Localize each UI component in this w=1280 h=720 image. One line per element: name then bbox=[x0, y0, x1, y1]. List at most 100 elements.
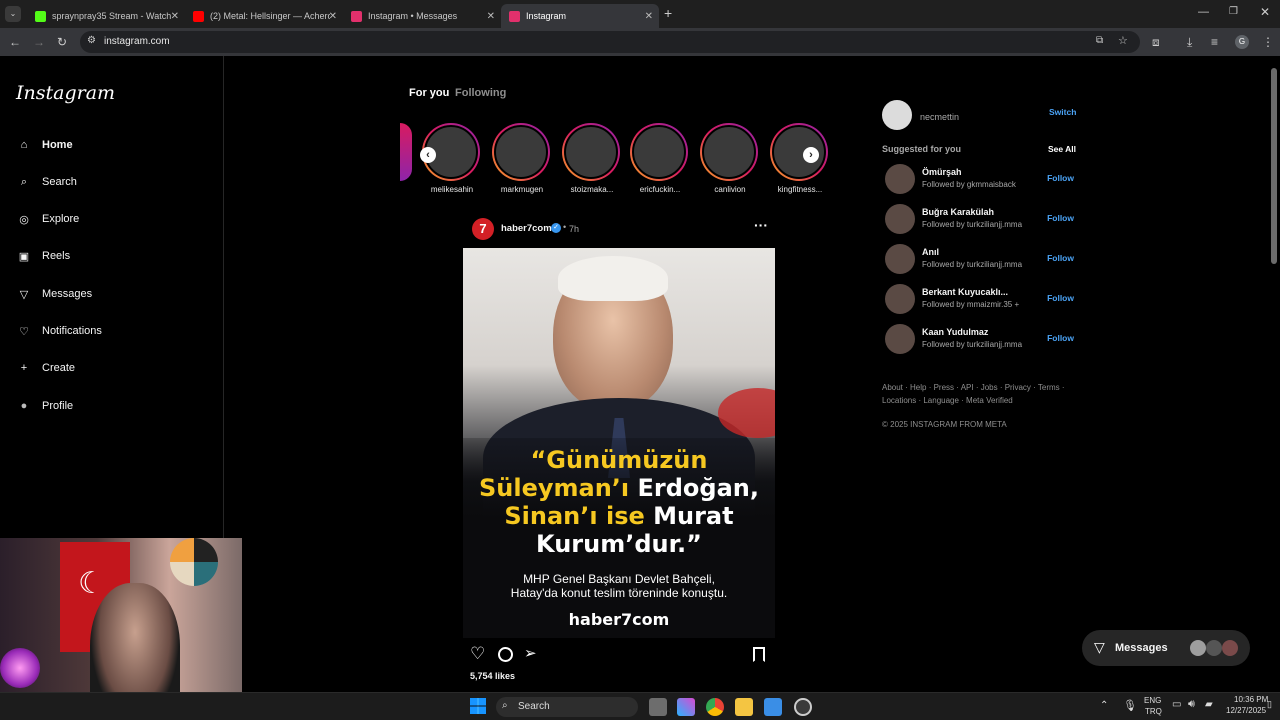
suggestion-avatar[interactable] bbox=[885, 164, 915, 194]
post-options-icon[interactable]: ··· bbox=[754, 217, 768, 233]
taskbar-search[interactable]: ⌕ Search bbox=[496, 697, 638, 717]
message-avatar bbox=[1206, 640, 1222, 656]
story-item[interactable]: kingfitness... bbox=[770, 123, 830, 194]
windows-taskbar: ⌕ Search ⌃ 🎙︎ ENG TRQ ▭ 🔊︎ ▰ 10:36 PM 12… bbox=[0, 692, 1280, 720]
back-icon[interactable]: ← bbox=[9, 35, 21, 49]
see-all-link[interactable]: See All bbox=[1048, 144, 1076, 154]
restore-button[interactable]: ❐ bbox=[1229, 6, 1238, 17]
new-tab-button[interactable]: + bbox=[664, 5, 672, 21]
suggestion-followed-by: Followed by gkmmaisback bbox=[922, 180, 1016, 189]
tab-close-icon[interactable]: ✕ bbox=[645, 11, 653, 22]
site-info-icon[interactable]: ⚙ bbox=[87, 35, 96, 46]
story-item[interactable]: ericfuckin... bbox=[630, 123, 690, 194]
post-username[interactable]: haber7com bbox=[501, 223, 552, 234]
url-bar[interactable]: ⚙ instagram.com ⧉ ☆ bbox=[80, 31, 1140, 53]
share-icon[interactable]: ➢ bbox=[524, 644, 537, 662]
story-item[interactable]: canlivion bbox=[700, 123, 760, 194]
extensions-icon[interactable]: ⧈ bbox=[1152, 35, 1160, 50]
browser-tab[interactable]: Instagram • Messages ✕ bbox=[343, 4, 501, 28]
follow-button[interactable]: Follow bbox=[1047, 213, 1074, 223]
sidebar-item-home[interactable]: ⌂ Home bbox=[16, 134, 73, 156]
browser-tab[interactable]: (2) Metal: Hellsinger — Achero ✕ bbox=[185, 4, 343, 28]
sidebar-item-create[interactable]: + Create bbox=[16, 357, 75, 379]
messages-pill[interactable]: ▽ Messages bbox=[1082, 630, 1250, 666]
comment-icon[interactable] bbox=[498, 647, 513, 662]
suggestion-name[interactable]: Ömürşah bbox=[922, 167, 962, 177]
language-1[interactable]: ENG bbox=[1144, 696, 1161, 705]
sidebar-item-label: Profile bbox=[42, 400, 74, 412]
switch-link[interactable]: Switch bbox=[1049, 107, 1076, 117]
suggestion-name[interactable]: Anıl bbox=[922, 247, 939, 257]
suggestion-avatar[interactable] bbox=[885, 204, 915, 234]
post-image[interactable]: “Günümüzün Süleyman’ı Erdoğan, Sinan’ı ise… bbox=[463, 248, 775, 638]
save-bookmark-icon[interactable] bbox=[753, 647, 765, 662]
notification-icon[interactable]: ▯ bbox=[1267, 699, 1272, 710]
obs-icon[interactable] bbox=[794, 698, 812, 716]
stories-prev-button[interactable]: ‹ bbox=[420, 147, 436, 163]
clock-time[interactable]: 10:36 PM bbox=[1234, 695, 1268, 704]
story-item[interactable]: markmugen bbox=[492, 123, 552, 194]
volume-icon[interactable]: 🔊︎ bbox=[1188, 698, 1195, 711]
sidebar-item-notifications[interactable]: ♡ Notifications bbox=[16, 320, 102, 342]
sidebar-item-reels[interactable]: ▣ Reels bbox=[16, 245, 70, 267]
forward-icon[interactable]: → bbox=[33, 35, 45, 49]
tab-close-icon[interactable]: ✕ bbox=[487, 11, 495, 22]
suggestion-avatar[interactable] bbox=[885, 324, 915, 354]
suggestion-name[interactable]: Berkant Kuyucaklı... bbox=[922, 287, 1008, 297]
instagram-logo[interactable]: Instagram bbox=[16, 82, 115, 104]
suggestion-name[interactable]: Kaan Yudulmaz bbox=[922, 327, 988, 337]
follow-button[interactable]: Follow bbox=[1047, 253, 1074, 263]
task-view-icon[interactable] bbox=[649, 698, 667, 716]
copilot-icon[interactable] bbox=[677, 698, 695, 716]
suggestion-name[interactable]: Buğra Karakülah bbox=[922, 207, 994, 217]
follow-button[interactable]: Follow bbox=[1047, 293, 1074, 303]
suggestion-avatar[interactable] bbox=[885, 284, 915, 314]
chrome-icon[interactable] bbox=[706, 698, 724, 716]
tab-search-button[interactable]: ⌄ bbox=[5, 6, 21, 22]
browser-tab[interactable]: Instagram ✕ bbox=[501, 4, 659, 28]
tab-following[interactable]: Following bbox=[455, 87, 506, 99]
follow-button[interactable]: Follow bbox=[1047, 333, 1074, 343]
sidebar-item-messages[interactable]: ▽ Messages bbox=[16, 283, 92, 305]
network-icon[interactable]: ▭ bbox=[1172, 699, 1181, 710]
microphone-icon[interactable]: 🎙︎ bbox=[1123, 699, 1137, 712]
suggestion-avatar[interactable] bbox=[885, 244, 915, 274]
tab-for-you[interactable]: For you bbox=[409, 87, 449, 99]
plasma-ball bbox=[0, 648, 40, 688]
tab-title: Instagram bbox=[526, 11, 567, 21]
file-explorer-icon[interactable] bbox=[735, 698, 753, 716]
bookmark-star-icon[interactable]: ☆ bbox=[1118, 34, 1128, 47]
sidebar-item-explore[interactable]: ◎ Explore bbox=[16, 208, 79, 230]
tab-close-icon[interactable]: ✕ bbox=[329, 11, 337, 22]
tab-close-icon[interactable]: ✕ bbox=[171, 11, 179, 22]
story-avatar bbox=[702, 125, 756, 179]
profile-avatar[interactable]: G bbox=[1235, 35, 1249, 49]
footer-links-2[interactable]: Locations · Language · Meta Verified bbox=[882, 396, 1013, 405]
page-scrollbar[interactable] bbox=[1271, 68, 1277, 264]
story-username: markmugen bbox=[500, 185, 544, 194]
photos-icon[interactable] bbox=[764, 698, 782, 716]
hidden-icons-chevron[interactable]: ⌃ bbox=[1100, 700, 1108, 711]
sidebar-item-profile[interactable]: ● Profile bbox=[16, 395, 74, 417]
reload-icon[interactable]: ↻ bbox=[57, 35, 67, 49]
language-2[interactable]: TRQ bbox=[1145, 707, 1162, 716]
post-avatar[interactable]: 7 bbox=[472, 218, 494, 240]
battery-icon[interactable]: ▰ bbox=[1205, 699, 1213, 710]
account-avatar[interactable] bbox=[882, 100, 912, 130]
stories-next-button[interactable]: › bbox=[803, 147, 819, 163]
download-icon[interactable]: ⤓ bbox=[1187, 35, 1192, 50]
browser-tab[interactable]: spraynpray35 Stream - Watch L ✕ bbox=[27, 4, 185, 28]
clock-date[interactable]: 12/27/2025 bbox=[1226, 706, 1266, 715]
install-app-icon[interactable]: ⧉ bbox=[1096, 35, 1103, 46]
footer-links-1[interactable]: About · Help · Press · API · Jobs · Priv… bbox=[882, 383, 1065, 392]
minimize-button[interactable]: — bbox=[1198, 6, 1209, 18]
story-ring bbox=[562, 123, 620, 181]
like-heart-icon[interactable]: ♡ bbox=[470, 644, 485, 664]
story-item[interactable]: stoizmaka... bbox=[562, 123, 622, 194]
close-window-button[interactable]: ✕ bbox=[1260, 5, 1270, 19]
follow-button[interactable]: Follow bbox=[1047, 173, 1074, 183]
browser-menu-icon[interactable]: ⋮ bbox=[1262, 35, 1274, 49]
sidebar-item-search[interactable]: ⌕ Search bbox=[16, 171, 77, 193]
start-windows-icon[interactable] bbox=[470, 698, 486, 714]
reading-list-icon[interactable]: ≡ bbox=[1211, 35, 1218, 49]
